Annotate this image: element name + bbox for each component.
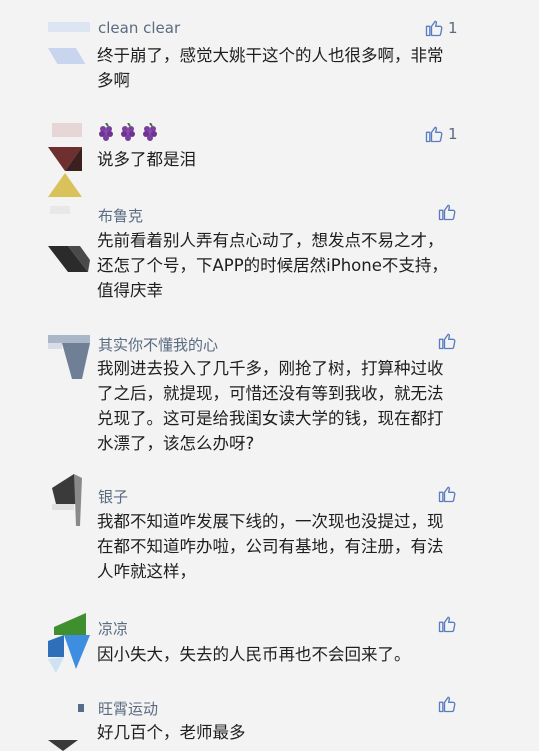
like-button[interactable]: 1	[424, 124, 458, 144]
thumbs-up-icon	[438, 616, 456, 633]
grape-emoji	[99, 123, 113, 141]
avatar[interactable]	[48, 335, 90, 379]
comment-text: 我都不知道咋发展下线的，一次现也没提过，现在都不知道咋办啦，公司有基地，有注册，…	[97, 512, 444, 581]
avatar[interactable]	[48, 700, 90, 751]
comment-text: 因小失大，失去的人民币再也不会回来了。	[97, 645, 411, 664]
thumbs-up-icon	[438, 204, 456, 221]
comment-text: 先前看着别人弄有点心动了，想发点不易之才，还怎了个号，下APP的时候居然iPho…	[97, 231, 448, 300]
like-button[interactable]	[437, 614, 457, 634]
comment-text: 终于崩了，感觉大姚干这个的人也很多啊，非常多啊	[97, 46, 444, 90]
like-button[interactable]	[437, 331, 457, 351]
like-button[interactable]	[437, 202, 457, 222]
username[interactable]: clean clear	[98, 19, 180, 37]
like-count: 1	[448, 19, 458, 37]
thumbs-up-icon	[425, 126, 443, 143]
username[interactable]: 布鲁克	[98, 205, 143, 226]
username[interactable]: 其实你不懂我的心	[98, 334, 218, 355]
comment-text: 说多了都是泪	[97, 150, 196, 169]
avatar[interactable]	[48, 206, 90, 272]
avatar[interactable]	[48, 123, 90, 197]
like-count: 1	[448, 125, 458, 143]
thumbs-up-icon	[438, 486, 456, 503]
thumbs-up-icon	[438, 333, 456, 350]
like-button[interactable]	[437, 484, 457, 504]
username-emoji[interactable]	[98, 123, 158, 141]
username[interactable]: 旺霄运动	[98, 698, 158, 719]
username[interactable]: 凉凉	[98, 618, 128, 639]
like-button[interactable]: 1	[424, 18, 458, 38]
thumbs-up-icon	[425, 20, 443, 37]
grape-emoji	[121, 123, 135, 141]
comment-text: 我刚进去投入了几千多，刚抢了树，打算种过收了之后，就提现，可惜还没有等到我收，就…	[97, 359, 444, 453]
avatar[interactable]	[48, 474, 90, 526]
comment-text: 好几百个，老师最多	[97, 723, 246, 742]
like-button[interactable]	[437, 694, 457, 714]
avatar[interactable]	[48, 22, 90, 64]
thumbs-up-icon	[438, 696, 456, 713]
avatar[interactable]	[48, 613, 90, 691]
username[interactable]: 银子	[98, 486, 128, 507]
grape-emoji	[143, 123, 157, 141]
